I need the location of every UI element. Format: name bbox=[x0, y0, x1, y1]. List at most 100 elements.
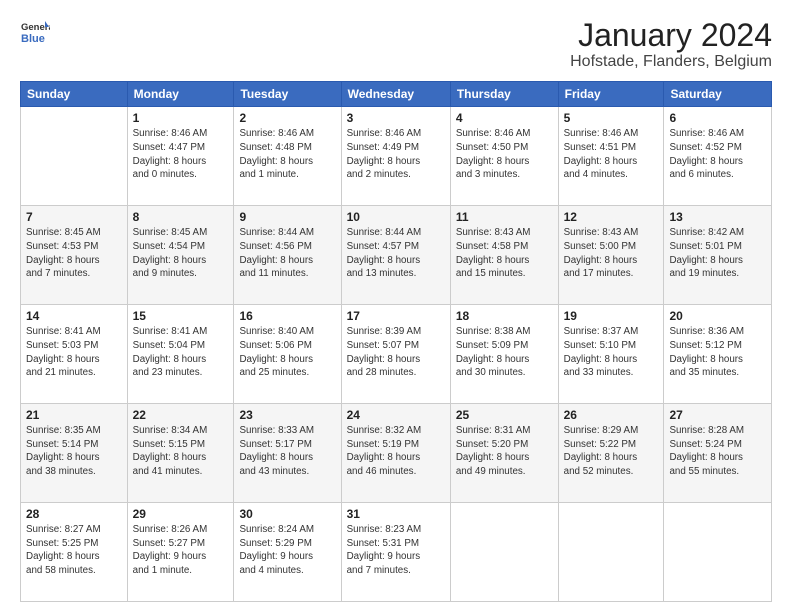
subtitle: Hofstade, Flanders, Belgium bbox=[570, 53, 772, 71]
day-number: 27 bbox=[669, 408, 766, 422]
day-number: 21 bbox=[26, 408, 122, 422]
table-row: 24 Sunrise: 8:32 AM Sunset: 5:19 PM Dayli… bbox=[341, 404, 450, 503]
table-row: 4Sunrise: 8:46 AM Sunset: 4:50 PM Daylig… bbox=[450, 107, 558, 206]
day-number: 18 bbox=[456, 309, 553, 323]
table-row bbox=[450, 503, 558, 602]
day-number: 25 bbox=[456, 408, 553, 422]
day-info: Sunrise: 8:46 AM Sunset: 4:47 PM Dayligh… bbox=[133, 127, 229, 182]
day-number: 17 bbox=[347, 309, 445, 323]
table-row: 12Sunrise: 8:43 AM Sunset: 5:00 PM Dayli… bbox=[558, 206, 664, 305]
day-number: 19 bbox=[564, 309, 659, 323]
day-info: Sunrise: 8:27 AM Sunset: 5:25 PM Dayligh… bbox=[26, 523, 122, 578]
day-number: 16 bbox=[239, 309, 335, 323]
day-info: Sunrise: 8:41 AM Sunset: 5:03 PM Dayligh… bbox=[26, 325, 122, 380]
table-row: 30 Sunrise: 8:24 AM Sunset: 5:29 PM Dayli… bbox=[234, 503, 341, 602]
day-info: Sunrise: 8:28 AM Sunset: 5:24 PM Dayligh… bbox=[669, 424, 766, 479]
col-monday: Monday bbox=[127, 82, 234, 107]
table-row: 29 Sunrise: 8:26 AM Sunset: 5:27 PM Dayli… bbox=[127, 503, 234, 602]
day-number: 1 bbox=[133, 111, 229, 125]
calendar-week-2: 7 Sunrise: 8:45 AM Sunset: 4:53 PM Daylig… bbox=[21, 206, 772, 305]
day-info: Sunrise: 8:26 AM Sunset: 5:27 PM Dayligh… bbox=[133, 523, 229, 578]
day-number: 20 bbox=[669, 309, 766, 323]
day-info: Sunrise: 8:35 AM Sunset: 5:14 PM Dayligh… bbox=[26, 424, 122, 479]
table-row: 2 Sunrise: 8:46 AM Sunset: 4:48 PM Daylig… bbox=[234, 107, 341, 206]
day-info: Sunrise: 8:43 AM Sunset: 4:58 PM Dayligh… bbox=[456, 226, 553, 281]
col-friday: Friday bbox=[558, 82, 664, 107]
calendar-week-3: 14 Sunrise: 8:41 AM Sunset: 5:03 PM Dayli… bbox=[21, 305, 772, 404]
day-number: 26 bbox=[564, 408, 659, 422]
table-row: 19 Sunrise: 8:37 AM Sunset: 5:10 PM Dayli… bbox=[558, 305, 664, 404]
main-title: January 2024 bbox=[570, 18, 772, 53]
day-info: Sunrise: 8:33 AM Sunset: 5:17 PM Dayligh… bbox=[239, 424, 335, 479]
col-wednesday: Wednesday bbox=[341, 82, 450, 107]
day-number: 30 bbox=[239, 507, 335, 521]
day-number: 23 bbox=[239, 408, 335, 422]
calendar-week-4: 21 Sunrise: 8:35 AM Sunset: 5:14 PM Dayli… bbox=[21, 404, 772, 503]
day-number: 15 bbox=[133, 309, 229, 323]
day-number: 9 bbox=[239, 210, 335, 224]
table-row: 21 Sunrise: 8:35 AM Sunset: 5:14 PM Dayli… bbox=[21, 404, 128, 503]
table-row: 27 Sunrise: 8:28 AM Sunset: 5:24 PM Dayli… bbox=[664, 404, 772, 503]
table-row: 28 Sunrise: 8:27 AM Sunset: 5:25 PM Dayli… bbox=[21, 503, 128, 602]
calendar-week-1: 1 Sunrise: 8:46 AM Sunset: 4:47 PM Daylig… bbox=[21, 107, 772, 206]
day-info: Sunrise: 8:45 AM Sunset: 4:53 PM Dayligh… bbox=[26, 226, 122, 281]
day-info: Sunrise: 8:24 AM Sunset: 5:29 PM Dayligh… bbox=[239, 523, 335, 578]
day-number: 11 bbox=[456, 210, 553, 224]
day-info: Sunrise: 8:32 AM Sunset: 5:19 PM Dayligh… bbox=[347, 424, 445, 479]
day-number: 31 bbox=[347, 507, 445, 521]
calendar-header: Sunday Monday Tuesday Wednesday Thursday… bbox=[21, 82, 772, 107]
day-info: Sunrise: 8:46 AM Sunset: 4:51 PM Dayligh… bbox=[564, 127, 659, 182]
table-row: 13Sunrise: 8:42 AM Sunset: 5:01 PM Dayli… bbox=[664, 206, 772, 305]
day-number: 3 bbox=[347, 111, 445, 125]
day-number: 10 bbox=[347, 210, 445, 224]
col-thursday: Thursday bbox=[450, 82, 558, 107]
day-number: 22 bbox=[133, 408, 229, 422]
page: General Blue January 2024 Hofstade, Flan… bbox=[0, 0, 792, 612]
day-info: Sunrise: 8:44 AM Sunset: 4:57 PM Dayligh… bbox=[347, 226, 445, 281]
table-row: 20Sunrise: 8:36 AM Sunset: 5:12 PM Dayli… bbox=[664, 305, 772, 404]
day-info: Sunrise: 8:39 AM Sunset: 5:07 PM Dayligh… bbox=[347, 325, 445, 380]
calendar-table: Sunday Monday Tuesday Wednesday Thursday… bbox=[20, 81, 772, 602]
logo: General Blue bbox=[20, 18, 50, 46]
day-info: Sunrise: 8:46 AM Sunset: 4:48 PM Dayligh… bbox=[239, 127, 335, 182]
title-block: January 2024 Hofstade, Flanders, Belgium bbox=[570, 18, 772, 71]
header-row: Sunday Monday Tuesday Wednesday Thursday… bbox=[21, 82, 772, 107]
day-number: 7 bbox=[26, 210, 122, 224]
table-row: 8Sunrise: 8:45 AM Sunset: 4:54 PM Daylig… bbox=[127, 206, 234, 305]
day-info: Sunrise: 8:45 AM Sunset: 4:54 PM Dayligh… bbox=[133, 226, 229, 281]
table-row: 17 Sunrise: 8:39 AM Sunset: 5:07 PM Dayli… bbox=[341, 305, 450, 404]
day-number: 2 bbox=[239, 111, 335, 125]
table-row: 14 Sunrise: 8:41 AM Sunset: 5:03 PM Dayli… bbox=[21, 305, 128, 404]
table-row: 1 Sunrise: 8:46 AM Sunset: 4:47 PM Daylig… bbox=[127, 107, 234, 206]
day-number: 24 bbox=[347, 408, 445, 422]
day-info: Sunrise: 8:38 AM Sunset: 5:09 PM Dayligh… bbox=[456, 325, 553, 380]
day-number: 29 bbox=[133, 507, 229, 521]
day-info: Sunrise: 8:29 AM Sunset: 5:22 PM Dayligh… bbox=[564, 424, 659, 479]
day-info: Sunrise: 8:34 AM Sunset: 5:15 PM Dayligh… bbox=[133, 424, 229, 479]
day-info: Sunrise: 8:31 AM Sunset: 5:20 PM Dayligh… bbox=[456, 424, 553, 479]
svg-text:Blue: Blue bbox=[21, 33, 45, 45]
table-row: 18 Sunrise: 8:38 AM Sunset: 5:09 PM Dayli… bbox=[450, 305, 558, 404]
table-row: 26 Sunrise: 8:29 AM Sunset: 5:22 PM Dayli… bbox=[558, 404, 664, 503]
table-row: 31 Sunrise: 8:23 AM Sunset: 5:31 PM Dayli… bbox=[341, 503, 450, 602]
table-row: 22 Sunrise: 8:34 AM Sunset: 5:15 PM Dayli… bbox=[127, 404, 234, 503]
day-number: 4 bbox=[456, 111, 553, 125]
col-sunday: Sunday bbox=[21, 82, 128, 107]
day-info: Sunrise: 8:43 AM Sunset: 5:00 PM Dayligh… bbox=[564, 226, 659, 281]
table-row: 11 Sunrise: 8:43 AM Sunset: 4:58 PM Dayli… bbox=[450, 206, 558, 305]
table-row: 15Sunrise: 8:41 AM Sunset: 5:04 PM Dayli… bbox=[127, 305, 234, 404]
day-info: Sunrise: 8:23 AM Sunset: 5:31 PM Dayligh… bbox=[347, 523, 445, 578]
table-row: 5Sunrise: 8:46 AM Sunset: 4:51 PM Daylig… bbox=[558, 107, 664, 206]
table-row: 16Sunrise: 8:40 AM Sunset: 5:06 PM Dayli… bbox=[234, 305, 341, 404]
table-row: 9Sunrise: 8:44 AM Sunset: 4:56 PM Daylig… bbox=[234, 206, 341, 305]
day-info: Sunrise: 8:37 AM Sunset: 5:10 PM Dayligh… bbox=[564, 325, 659, 380]
calendar-week-5: 28 Sunrise: 8:27 AM Sunset: 5:25 PM Dayli… bbox=[21, 503, 772, 602]
day-info: Sunrise: 8:46 AM Sunset: 4:49 PM Dayligh… bbox=[347, 127, 445, 182]
header: General Blue January 2024 Hofstade, Flan… bbox=[20, 18, 772, 71]
day-number: 14 bbox=[26, 309, 122, 323]
calendar-body: 1 Sunrise: 8:46 AM Sunset: 4:47 PM Daylig… bbox=[21, 107, 772, 602]
col-saturday: Saturday bbox=[664, 82, 772, 107]
day-number: 28 bbox=[26, 507, 122, 521]
table-row: 3 Sunrise: 8:46 AM Sunset: 4:49 PM Daylig… bbox=[341, 107, 450, 206]
table-row: 25 Sunrise: 8:31 AM Sunset: 5:20 PM Dayli… bbox=[450, 404, 558, 503]
